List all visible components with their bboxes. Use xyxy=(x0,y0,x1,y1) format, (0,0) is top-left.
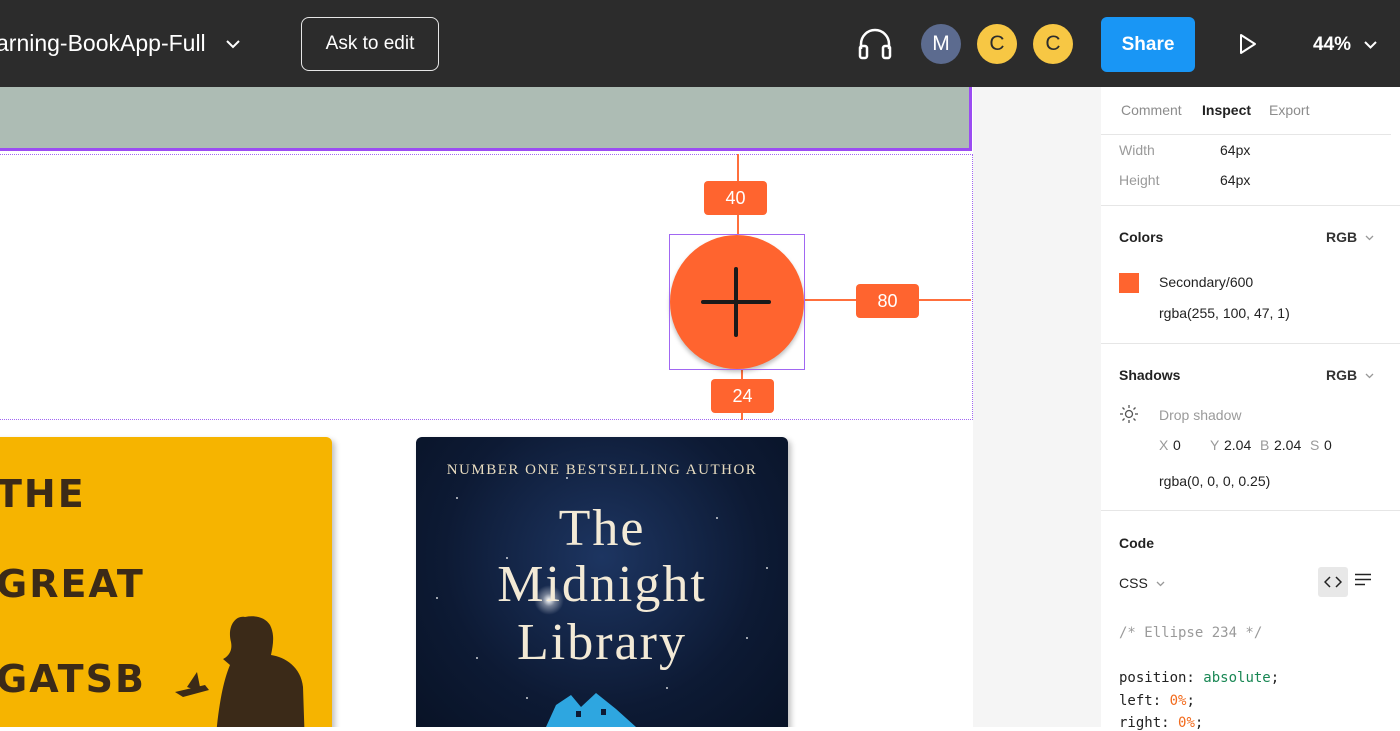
book-cover-text: GATSB xyxy=(0,657,146,701)
tab-comment[interactable]: Comment xyxy=(1121,102,1182,118)
book-cover-midnight-library[interactable]: NUMBER ONE BESTSELLING AUTHOR The Midnig… xyxy=(416,437,788,727)
toolbar: arning-BookApp-Full Ask to edit M C C Sh… xyxy=(0,0,1400,87)
chevron-down-icon xyxy=(226,40,240,49)
play-icon[interactable] xyxy=(1238,33,1258,55)
code-property: left: xyxy=(1119,693,1170,709)
header-band-selection[interactable] xyxy=(0,87,972,151)
color-swatch[interactable] xyxy=(1119,273,1139,293)
code-value: 0% xyxy=(1178,715,1195,731)
code-value: absolute xyxy=(1203,670,1271,686)
height-label: Height xyxy=(1119,172,1160,188)
shadow-s-label: S xyxy=(1310,437,1320,453)
book-title-line: Library xyxy=(517,614,687,671)
chevron-down-icon xyxy=(1156,581,1165,587)
code-brackets-icon xyxy=(1324,576,1342,588)
chevron-down-icon xyxy=(1364,41,1378,49)
gatsby-figure-illustration xyxy=(175,616,305,727)
house-illustration xyxy=(546,693,636,727)
avatar-m[interactable]: M xyxy=(921,24,961,64)
code-comment: /* Ellipse 234 */ xyxy=(1119,625,1263,641)
measure-bottom: 24 xyxy=(711,379,774,413)
book-author-line: NUMBER ONE BESTSELLING AUTHOR xyxy=(446,462,758,478)
star xyxy=(526,697,528,699)
inspect-panel: Comment Inspect Export Width 64px Height… xyxy=(1101,87,1400,731)
shadow-x-label: X xyxy=(1159,437,1169,453)
canvas[interactable]: 40 80 24 THE GREAT GATSB NUMBER ONE BEST… xyxy=(0,87,1101,727)
divider xyxy=(1101,510,1400,511)
sun-icon xyxy=(1120,405,1138,423)
tab-inspect[interactable]: Inspect xyxy=(1202,102,1251,118)
shadow-color[interactable]: rgba(0, 0, 0, 0.25) xyxy=(1159,473,1270,489)
colors-mode-dropdown[interactable]: RGB xyxy=(1326,229,1374,245)
measure-right: 80 xyxy=(856,284,919,318)
book-cover-text: GREAT xyxy=(0,562,145,606)
book-cover-text: THE xyxy=(0,472,86,516)
panel-tabs: Comment Inspect Export xyxy=(1101,87,1391,135)
divider xyxy=(1101,343,1400,344)
chevron-down-icon xyxy=(1365,373,1374,379)
width-value: 64px xyxy=(1220,142,1251,158)
color-name[interactable]: Secondary/600 xyxy=(1159,274,1253,290)
code-line: right: 0%; xyxy=(1119,715,1204,731)
avatar-c-2[interactable]: C xyxy=(1033,24,1073,64)
code-property: position: xyxy=(1119,670,1204,686)
code-value: 0% xyxy=(1169,693,1187,709)
parent-frame-outline xyxy=(0,154,973,420)
tab-export[interactable]: Export xyxy=(1269,102,1309,118)
code-property: right: xyxy=(1119,715,1179,731)
book-cover-great-gatsby[interactable]: THE GREAT GATSB xyxy=(0,437,332,727)
shadows-mode-dropdown[interactable]: RGB xyxy=(1326,367,1374,383)
color-value[interactable]: rgba(255, 100, 47, 1) xyxy=(1159,305,1290,321)
ask-to-edit-button[interactable]: Ask to edit xyxy=(301,17,439,71)
code-view-toggle[interactable] xyxy=(1318,567,1348,597)
colors-mode: RGB xyxy=(1326,229,1358,245)
shadow-s-value: 0 xyxy=(1324,437,1332,453)
shadow-b-value: 2.04 xyxy=(1274,437,1302,453)
shadow-type: Drop shadow xyxy=(1159,407,1242,423)
width-label: Width xyxy=(1119,142,1155,158)
colors-title: Colors xyxy=(1119,229,1164,245)
code-language-dropdown[interactable]: CSS xyxy=(1119,575,1165,591)
list-view-icon[interactable] xyxy=(1355,573,1371,586)
code-line: left: 0%; xyxy=(1119,693,1195,709)
shadow-b-label: B xyxy=(1260,437,1270,453)
shadow-x-value: 0 xyxy=(1173,437,1181,453)
zoom-value: 44% xyxy=(1313,34,1352,55)
file-title-text: arning-BookApp-Full xyxy=(0,30,206,56)
measure-top: 40 xyxy=(704,181,767,215)
shadow-y-value: 2.04 xyxy=(1224,437,1252,453)
code-title: Code xyxy=(1119,535,1154,551)
file-title[interactable]: arning-BookApp-Full xyxy=(0,30,240,57)
divider xyxy=(1101,205,1400,206)
code-language: CSS xyxy=(1119,575,1148,591)
star xyxy=(666,687,668,689)
shadows-mode: RGB xyxy=(1326,367,1358,383)
plus-icon xyxy=(701,267,771,337)
shadows-title: Shadows xyxy=(1119,367,1181,383)
headphones-icon[interactable] xyxy=(857,27,893,61)
chevron-down-icon xyxy=(1365,235,1374,241)
book-title-line: Midnight xyxy=(497,556,707,613)
share-button[interactable]: Share xyxy=(1101,17,1195,72)
code-line: position: absolute; xyxy=(1119,670,1280,686)
height-value: 64px xyxy=(1220,172,1251,188)
book-title-line: The xyxy=(558,500,646,557)
avatar-c[interactable]: C xyxy=(977,24,1017,64)
zoom-level[interactable]: 44% xyxy=(1313,34,1378,56)
shadow-y-label: Y xyxy=(1210,437,1220,453)
